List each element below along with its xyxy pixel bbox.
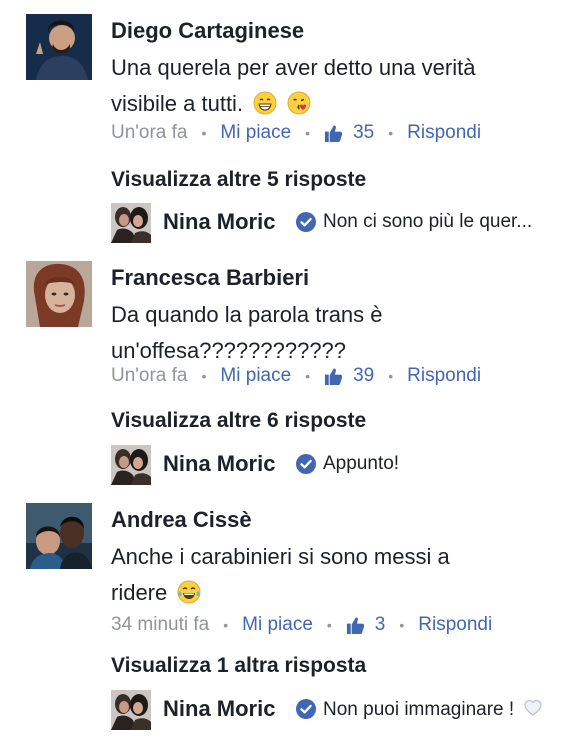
reply-text: Appunto! <box>323 453 400 474</box>
comment-time[interactable]: Un'ora fa <box>111 122 188 144</box>
white-heart-icon <box>524 699 543 716</box>
thumbs-up-icon <box>324 367 343 386</box>
comment-text-line: Una querela per aver detto una verità <box>111 55 476 80</box>
comment-text-line: ridere <box>111 580 168 605</box>
comment-author[interactable]: Diego Cartaginese <box>111 18 304 44</box>
reply-author[interactable]: Nina Moric <box>163 451 275 477</box>
reply-author[interactable]: Nina Moric <box>163 696 275 722</box>
comment-text-line: Anche i carabinieri si sono messi a <box>111 544 450 569</box>
reply-button[interactable]: Rispondi <box>418 614 492 636</box>
comment-meta: 34 minuti fa • Mi piace • 3 • Rispondi <box>111 614 492 636</box>
avatar[interactable] <box>26 503 92 569</box>
reply-button[interactable]: Rispondi <box>407 122 481 144</box>
view-more-replies[interactable]: Visualizza 1 altra risposta <box>111 654 366 678</box>
avatar[interactable] <box>111 445 151 485</box>
like-button[interactable]: Mi piace <box>220 122 291 144</box>
avatar[interactable] <box>26 14 92 80</box>
verified-check-icon <box>296 212 316 232</box>
separator-dot: • <box>305 368 311 384</box>
verified-check-icon <box>296 699 316 719</box>
reply-text: Non ci sono più le quer... <box>323 211 533 232</box>
reply-preview[interactable]: Nina Moric Appunto! <box>111 445 581 485</box>
avatar[interactable] <box>111 203 151 243</box>
comment-author[interactable]: Francesca Barbieri <box>111 265 309 291</box>
comment-text-line: visibile a tutti. <box>111 91 244 116</box>
separator-dot: • <box>201 368 207 384</box>
reply-preview[interactable]: Nina Moric Non ci sono più le quer... <box>111 203 581 243</box>
comment-text: Anche i carabinieri si sono messi a ride… <box>111 539 581 611</box>
separator-dot: • <box>305 125 311 141</box>
separator-dot: • <box>388 368 394 384</box>
comment-text: Da quando la parola trans è un'offesa???… <box>111 297 581 369</box>
tears-of-joy-icon <box>177 580 201 604</box>
view-more-replies[interactable]: Visualizza altre 5 risposte <box>111 168 366 192</box>
comment-time[interactable]: 34 minuti fa <box>111 614 209 636</box>
comment-text: Una querela per aver detto una verità vi… <box>111 50 581 122</box>
like-count-value: 35 <box>353 122 375 143</box>
view-more-replies[interactable]: Visualizza altre 6 risposte <box>111 409 366 433</box>
comment-time[interactable]: Un'ora fa <box>111 365 188 387</box>
verified-check-icon <box>296 454 316 474</box>
like-button[interactable]: Mi piace <box>220 365 291 387</box>
separator-dot: • <box>399 617 405 633</box>
reply-text-content: Non puoi immaginare ! <box>323 699 515 720</box>
separator-dot: • <box>388 125 394 141</box>
separator-dot: • <box>223 617 229 633</box>
like-count-value: 3 <box>374 614 386 635</box>
comment-meta: Un'ora fa • Mi piace • 39 • Rispondi <box>111 365 481 387</box>
grinning-face-icon <box>253 91 277 115</box>
comment-author[interactable]: Andrea Cissè <box>111 507 252 533</box>
face-blowing-kiss-icon <box>287 91 311 115</box>
like-count[interactable]: 3 <box>346 614 386 636</box>
reply-author[interactable]: Nina Moric <box>163 209 275 235</box>
comment-text-line: un'offesa???????????? <box>111 338 347 363</box>
avatar[interactable] <box>26 261 92 327</box>
like-count[interactable]: 39 <box>324 365 374 387</box>
thumbs-up-icon <box>324 124 343 143</box>
thumbs-up-icon <box>346 616 365 635</box>
like-count[interactable]: 35 <box>324 122 374 144</box>
reply-text: Non puoi immaginare ! <box>323 698 543 721</box>
like-button[interactable]: Mi piace <box>242 614 313 636</box>
avatar[interactable] <box>111 690 151 730</box>
reply-preview[interactable]: Nina Moric Non puoi immaginare ! <box>111 690 581 730</box>
comment-text-line: Da quando la parola trans è <box>111 302 383 327</box>
reply-button[interactable]: Rispondi <box>407 365 481 387</box>
like-count-value: 39 <box>353 365 375 386</box>
separator-dot: • <box>326 617 332 633</box>
comment-meta: Un'ora fa • Mi piace • 35 • Rispondi <box>111 122 481 144</box>
separator-dot: • <box>201 125 207 141</box>
